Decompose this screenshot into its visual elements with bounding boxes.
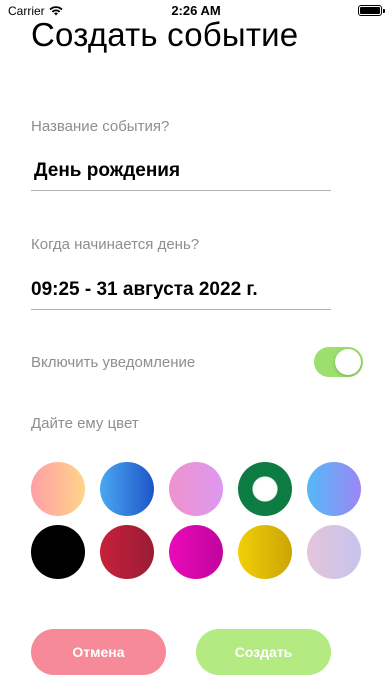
- color-swatch[interactable]: [169, 462, 223, 516]
- cancel-button[interactable]: Отмена: [31, 629, 166, 675]
- color-swatch-selected[interactable]: [238, 462, 292, 516]
- battery-fill: [360, 7, 380, 14]
- color-swatch[interactable]: [100, 525, 154, 579]
- color-label: Дайте ему цвет: [31, 415, 139, 432]
- start-date-label: Когда начинается день?: [31, 236, 200, 253]
- color-swatch[interactable]: [31, 462, 85, 516]
- event-name-underline: [31, 190, 331, 191]
- color-swatch[interactable]: [307, 525, 361, 579]
- color-swatch[interactable]: [238, 525, 292, 579]
- notification-label: Включить уведомление: [31, 354, 196, 371]
- notification-toggle[interactable]: [314, 347, 363, 377]
- event-name-input[interactable]: День рождения: [31, 160, 331, 182]
- page-title: Создать событие: [31, 16, 299, 53]
- color-swatch[interactable]: [100, 462, 154, 516]
- toggle-knob: [335, 349, 361, 375]
- color-swatch[interactable]: [307, 462, 361, 516]
- start-date-picker[interactable]: 09:25 - 31 августа 2022 г.: [31, 279, 331, 301]
- battery-tip: [383, 8, 385, 13]
- create-button[interactable]: Создать: [196, 629, 331, 675]
- battery-icon: [358, 5, 385, 16]
- start-date-underline: [31, 309, 331, 310]
- color-swatch[interactable]: [31, 525, 85, 579]
- event-name-label: Название события?: [31, 118, 170, 135]
- color-swatch[interactable]: [169, 525, 223, 579]
